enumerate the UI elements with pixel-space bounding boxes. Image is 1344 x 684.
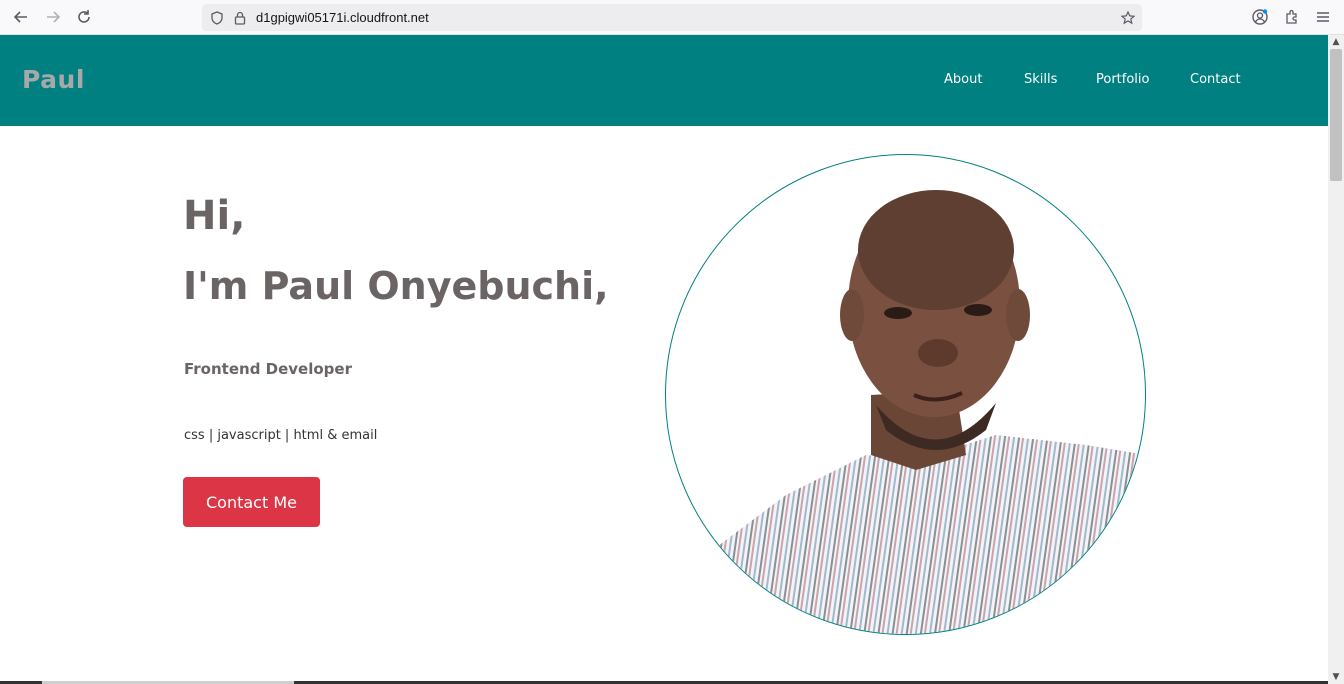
nav-link-portfolio[interactable]: Portfolio (1096, 72, 1149, 87)
site-header: Paul About Skills Portfolio Contact (0, 35, 1328, 126)
forward-icon[interactable] (44, 8, 62, 26)
account-icon[interactable] (1251, 8, 1269, 26)
site-logo[interactable]: Paul (22, 65, 85, 94)
nav-link-about[interactable]: About (944, 72, 982, 87)
reload-icon[interactable] (75, 8, 93, 26)
extensions-icon[interactable] (1283, 8, 1301, 26)
url-text[interactable]: d1gpigwi05171i.cloudfront.net (256, 4, 429, 31)
browser-toolbar: d1gpigwi05171i.cloudfront.net (0, 0, 1344, 35)
scroll-down-icon[interactable]: ▼ (1328, 670, 1344, 684)
hero-name: I'm Paul Onyebuchi, (183, 264, 609, 308)
contact-me-button[interactable]: Contact Me (183, 477, 320, 527)
hero-skills: css | javascript | html & email (184, 428, 378, 443)
lock-icon[interactable] (233, 10, 247, 25)
scroll-up-icon[interactable]: ▲ (1328, 35, 1344, 49)
page-scrollbar[interactable]: ▲ ▼ (1328, 35, 1344, 684)
hero-greeting: Hi, (183, 193, 246, 239)
shield-icon[interactable] (210, 10, 224, 25)
bookmark-star-icon[interactable] (1120, 10, 1136, 25)
nav-link-contact[interactable]: Contact (1190, 72, 1241, 87)
profile-photo (665, 154, 1146, 635)
nav-link-skills[interactable]: Skills (1024, 72, 1057, 87)
hero-role: Frontend Developer (184, 360, 352, 378)
url-bar[interactable]: d1gpigwi05171i.cloudfront.net (202, 4, 1142, 31)
back-icon[interactable] (12, 8, 30, 26)
menu-icon[interactable] (1314, 8, 1332, 26)
scroll-thumb[interactable] (1330, 49, 1342, 181)
